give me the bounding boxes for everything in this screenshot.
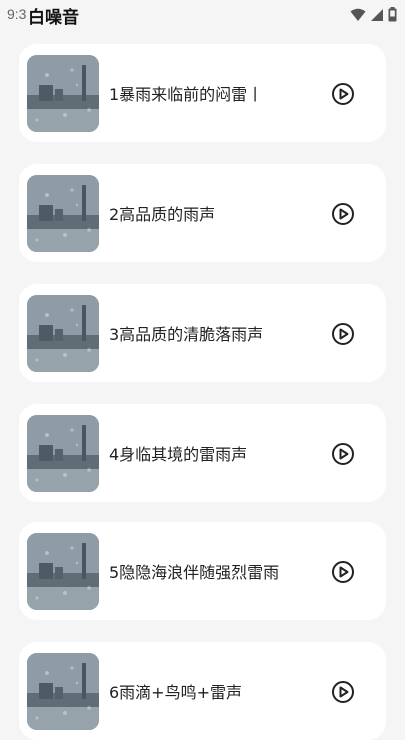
wifi-icon — [350, 7, 366, 26]
play-circle-icon[interactable] — [331, 82, 355, 106]
sound-title: 5隐隐海浪伴随强烈雷雨 — [109, 563, 280, 582]
play-circle-icon[interactable] — [331, 202, 355, 226]
sound-title: 4身临其境的雷雨声 — [109, 445, 248, 464]
status-time: 9:3 — [7, 6, 27, 22]
play-circle-icon[interactable] — [331, 322, 355, 346]
rain-window-thumbnail — [27, 175, 99, 252]
sound-card[interactable]: 5隐隐海浪伴随强烈雷雨 — [19, 522, 386, 620]
sound-title: 6雨滴+鸟鸣+雷声 — [109, 683, 242, 702]
sound-card[interactable]: 6雨滴+鸟鸣+雷声 — [19, 642, 386, 740]
app-title: 白噪音 — [28, 8, 79, 28]
status-icons — [350, 7, 397, 26]
rain-window-thumbnail — [27, 533, 99, 610]
sound-title: 1暴雨来临前的闷雷丨 — [109, 85, 264, 104]
rain-window-thumbnail — [27, 55, 99, 132]
sound-title: 3高品质的清脆落雨声 — [109, 325, 264, 344]
status-bar: 9:3 白噪音 — [0, 0, 405, 28]
sound-title: 2高品质的雨声 — [109, 205, 216, 224]
signal-icon — [370, 7, 384, 26]
rain-window-thumbnail — [27, 653, 99, 730]
rain-window-thumbnail — [27, 295, 99, 372]
sound-card[interactable]: 4身临其境的雷雨声 — [19, 404, 386, 502]
sound-card[interactable]: 2高品质的雨声 — [19, 164, 386, 262]
play-circle-icon[interactable] — [331, 442, 355, 466]
battery-icon — [388, 7, 397, 26]
rain-window-thumbnail — [27, 415, 99, 492]
play-circle-icon[interactable] — [331, 560, 355, 584]
sound-card[interactable]: 3高品质的清脆落雨声 — [19, 284, 386, 382]
play-circle-icon[interactable] — [331, 680, 355, 704]
sound-card[interactable]: 1暴雨来临前的闷雷丨 — [19, 44, 386, 142]
